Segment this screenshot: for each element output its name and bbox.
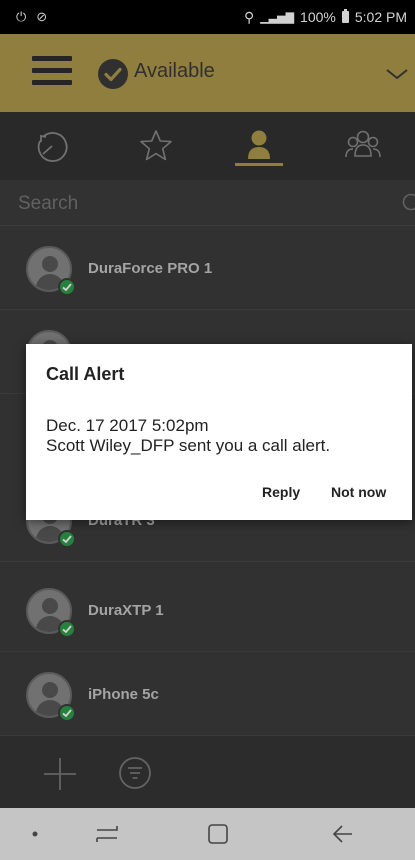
- call-alert-dialog: Call Alert Dec. 17 2017 5:02pm Scott Wil…: [26, 344, 412, 520]
- reply-button[interactable]: Reply: [262, 484, 300, 500]
- dialog-title: Call Alert: [46, 364, 125, 384]
- not-now-button[interactable]: Not now: [331, 484, 386, 500]
- alert-timestamp: Dec. 17 2017 5:02pm: [46, 416, 209, 435]
- alert-message: Scott Wiley_DFP sent you a call alert.: [46, 436, 331, 455]
